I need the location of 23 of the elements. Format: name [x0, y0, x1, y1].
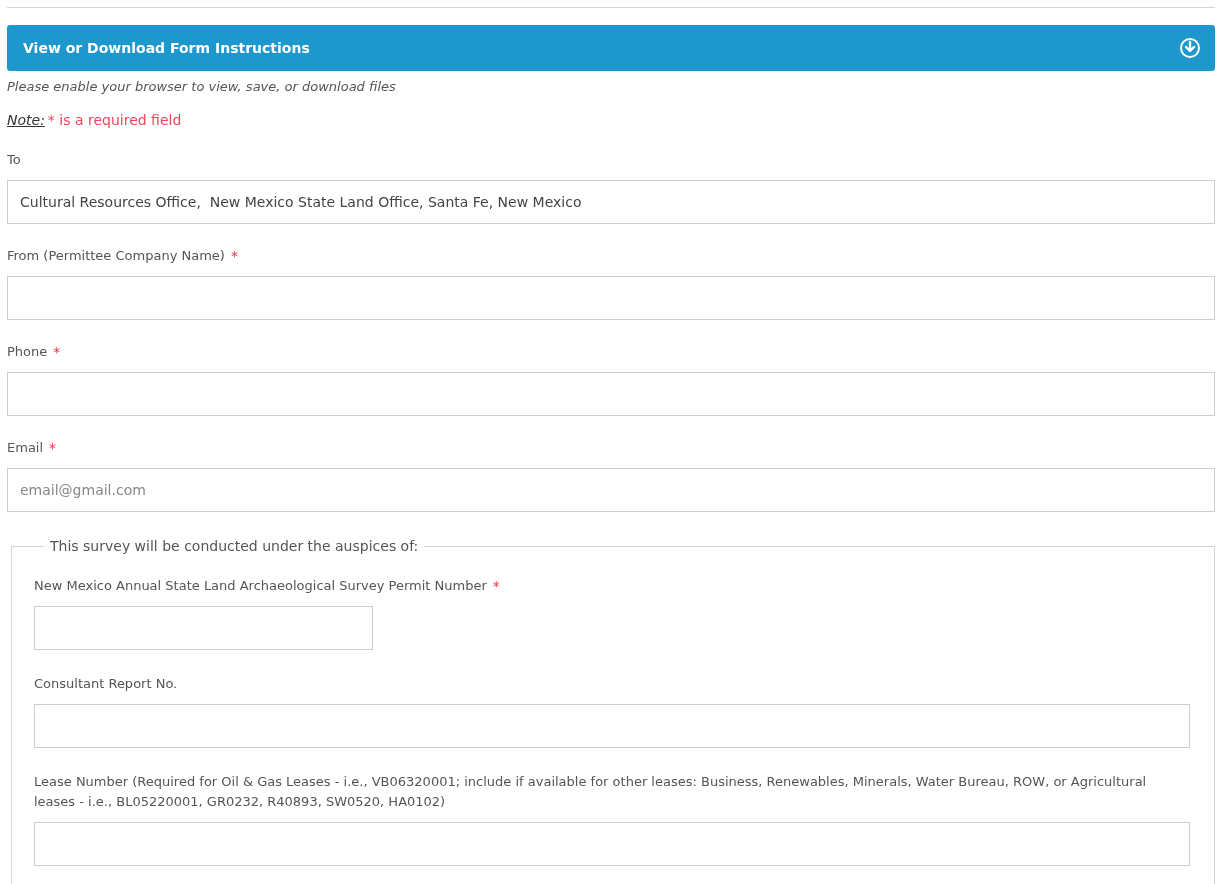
required-asterisk: *: [230, 247, 238, 266]
input-field[interactable]: [7, 372, 1215, 416]
required-note: * is a required field: [47, 112, 182, 128]
field-label: From (Permittee Company Name): [7, 247, 225, 265]
field-label: Phone: [7, 343, 48, 361]
input-field[interactable]: email@gmail.com: [7, 468, 1215, 512]
field-label: New Mexico Annual State Land Archaeological Survey Permit Number: [34, 577, 487, 595]
fieldset-legend: This survey will be conducted under the auspices of:: [44, 538, 425, 554]
field-label: To: [7, 151, 21, 169]
input-field[interactable]: [7, 276, 1215, 320]
input-field[interactable]: [34, 606, 373, 650]
required-asterisk: *: [49, 439, 57, 458]
input-field[interactable]: [34, 822, 1190, 866]
input-field[interactable]: Cultural Resources Office, New Mexico State Land Office, Santa Fe, New Mexico: [7, 180, 1215, 224]
field-label: Consultant Report No.: [34, 675, 178, 693]
input-field[interactable]: [34, 704, 1190, 748]
note-label: Note:: [7, 112, 45, 128]
required-asterisk: *: [53, 343, 61, 362]
field-label: Email: [7, 439, 44, 457]
field-label: Lease Number (Required for Oil & Gas Leases - i.e., VB06320001; include if available for other leases: Business, Renewables, Minerals, Water Bureau, ROW, or Agricultural leases - i.e., BL05220001, GR0232, R40893, SW0520, HA0102): [34, 773, 1148, 811]
required-asterisk: *: [492, 577, 500, 596]
browser-note: Please enable your browser to view, save, or download files: [7, 79, 397, 94]
download-icon: [1179, 37, 1201, 59]
